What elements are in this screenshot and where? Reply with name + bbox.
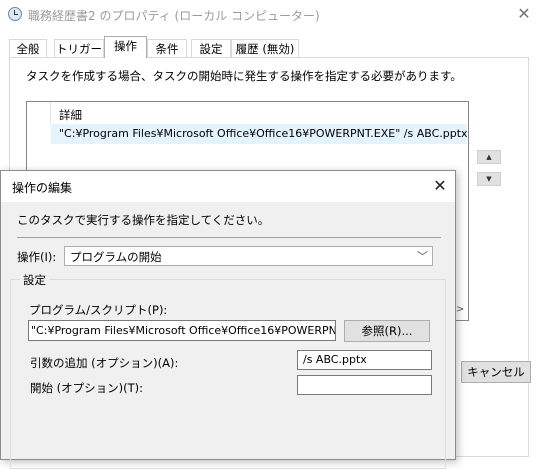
program-label: プログラム/スクリプト(P): <box>29 303 168 317</box>
tab-conditions[interactable]: 条件 <box>147 39 187 57</box>
properties-title: 職務経歴書2 のプロパティ (ローカル コンピューター) <box>28 9 320 23</box>
list-item-text: "C:¥Program Files¥Microsoft Office¥Offic… <box>59 127 468 140</box>
clock-icon <box>8 7 22 21</box>
move-down-button[interactable]: ▼ <box>477 172 501 186</box>
browse-button[interactable]: 参照(R)... <box>344 320 430 342</box>
program-input-value: "C:¥Program Files¥Microsoft Office¥Offic… <box>31 324 336 337</box>
start-in-input[interactable] <box>297 375 432 395</box>
properties-titlebar: 職務経歴書2 のプロパティ (ローカル コンピューター) ✕ <box>0 0 541 30</box>
action-select-value: プログラムの開始 <box>70 250 162 264</box>
dialog-description: このタスクで実行する操作を指定してください。 <box>17 213 270 227</box>
chevron-right-icon[interactable]: > <box>456 304 464 315</box>
chevron-down-icon: ﹀ <box>417 250 428 263</box>
dialog-title: 操作の編集 <box>12 181 73 195</box>
triangle-up-icon: ▲ <box>486 153 492 161</box>
triangle-down-icon: ▼ <box>486 175 492 183</box>
close-icon[interactable]: ✕ <box>513 4 535 24</box>
edit-action-dialog: 操作の編集 ✕ このタスクで実行する操作を指定してください。 操作(I): プロ… <box>0 170 456 469</box>
tab-history[interactable]: 履歴 (無効) <box>231 39 299 57</box>
actions-description: タスクを作成する場合、タスクの開始時に発生する操作を指定する必要があります。 <box>26 69 462 83</box>
arguments-label: 引数の追加 (オプション)(A): <box>30 356 179 370</box>
tab-general[interactable]: 全般 <box>9 39 47 57</box>
cancel-button[interactable]: キャンセル <box>461 361 531 383</box>
divider <box>17 237 441 238</box>
start-in-label: 開始 (オプション)(T): <box>30 381 144 395</box>
dialog-titlebar: 操作の編集 ✕ <box>1 171 455 202</box>
move-up-button[interactable]: ▲ <box>477 150 501 164</box>
column-divider <box>50 102 51 124</box>
tab-actions[interactable]: 操作 <box>104 36 147 58</box>
action-select[interactable]: プログラムの開始 ﹀ <box>64 246 433 266</box>
list-header: 詳細 <box>27 102 468 124</box>
list-item[interactable]: "C:¥Program Files¥Microsoft Office¥Offic… <box>51 124 468 144</box>
tab-triggers[interactable]: トリガー <box>54 39 104 57</box>
settings-group-label: 設定 <box>20 272 49 288</box>
arguments-input[interactable]: /s ABC.pptx <box>297 350 432 370</box>
column-header-details[interactable]: 詳細 <box>59 107 82 123</box>
arguments-input-value: /s ABC.pptx <box>303 353 367 366</box>
close-icon[interactable]: ✕ <box>429 176 451 196</box>
tab-settings[interactable]: 設定 <box>191 39 231 57</box>
action-label: 操作(I): <box>17 250 57 264</box>
program-input[interactable]: "C:¥Program Files¥Microsoft Office¥Offic… <box>28 320 336 341</box>
